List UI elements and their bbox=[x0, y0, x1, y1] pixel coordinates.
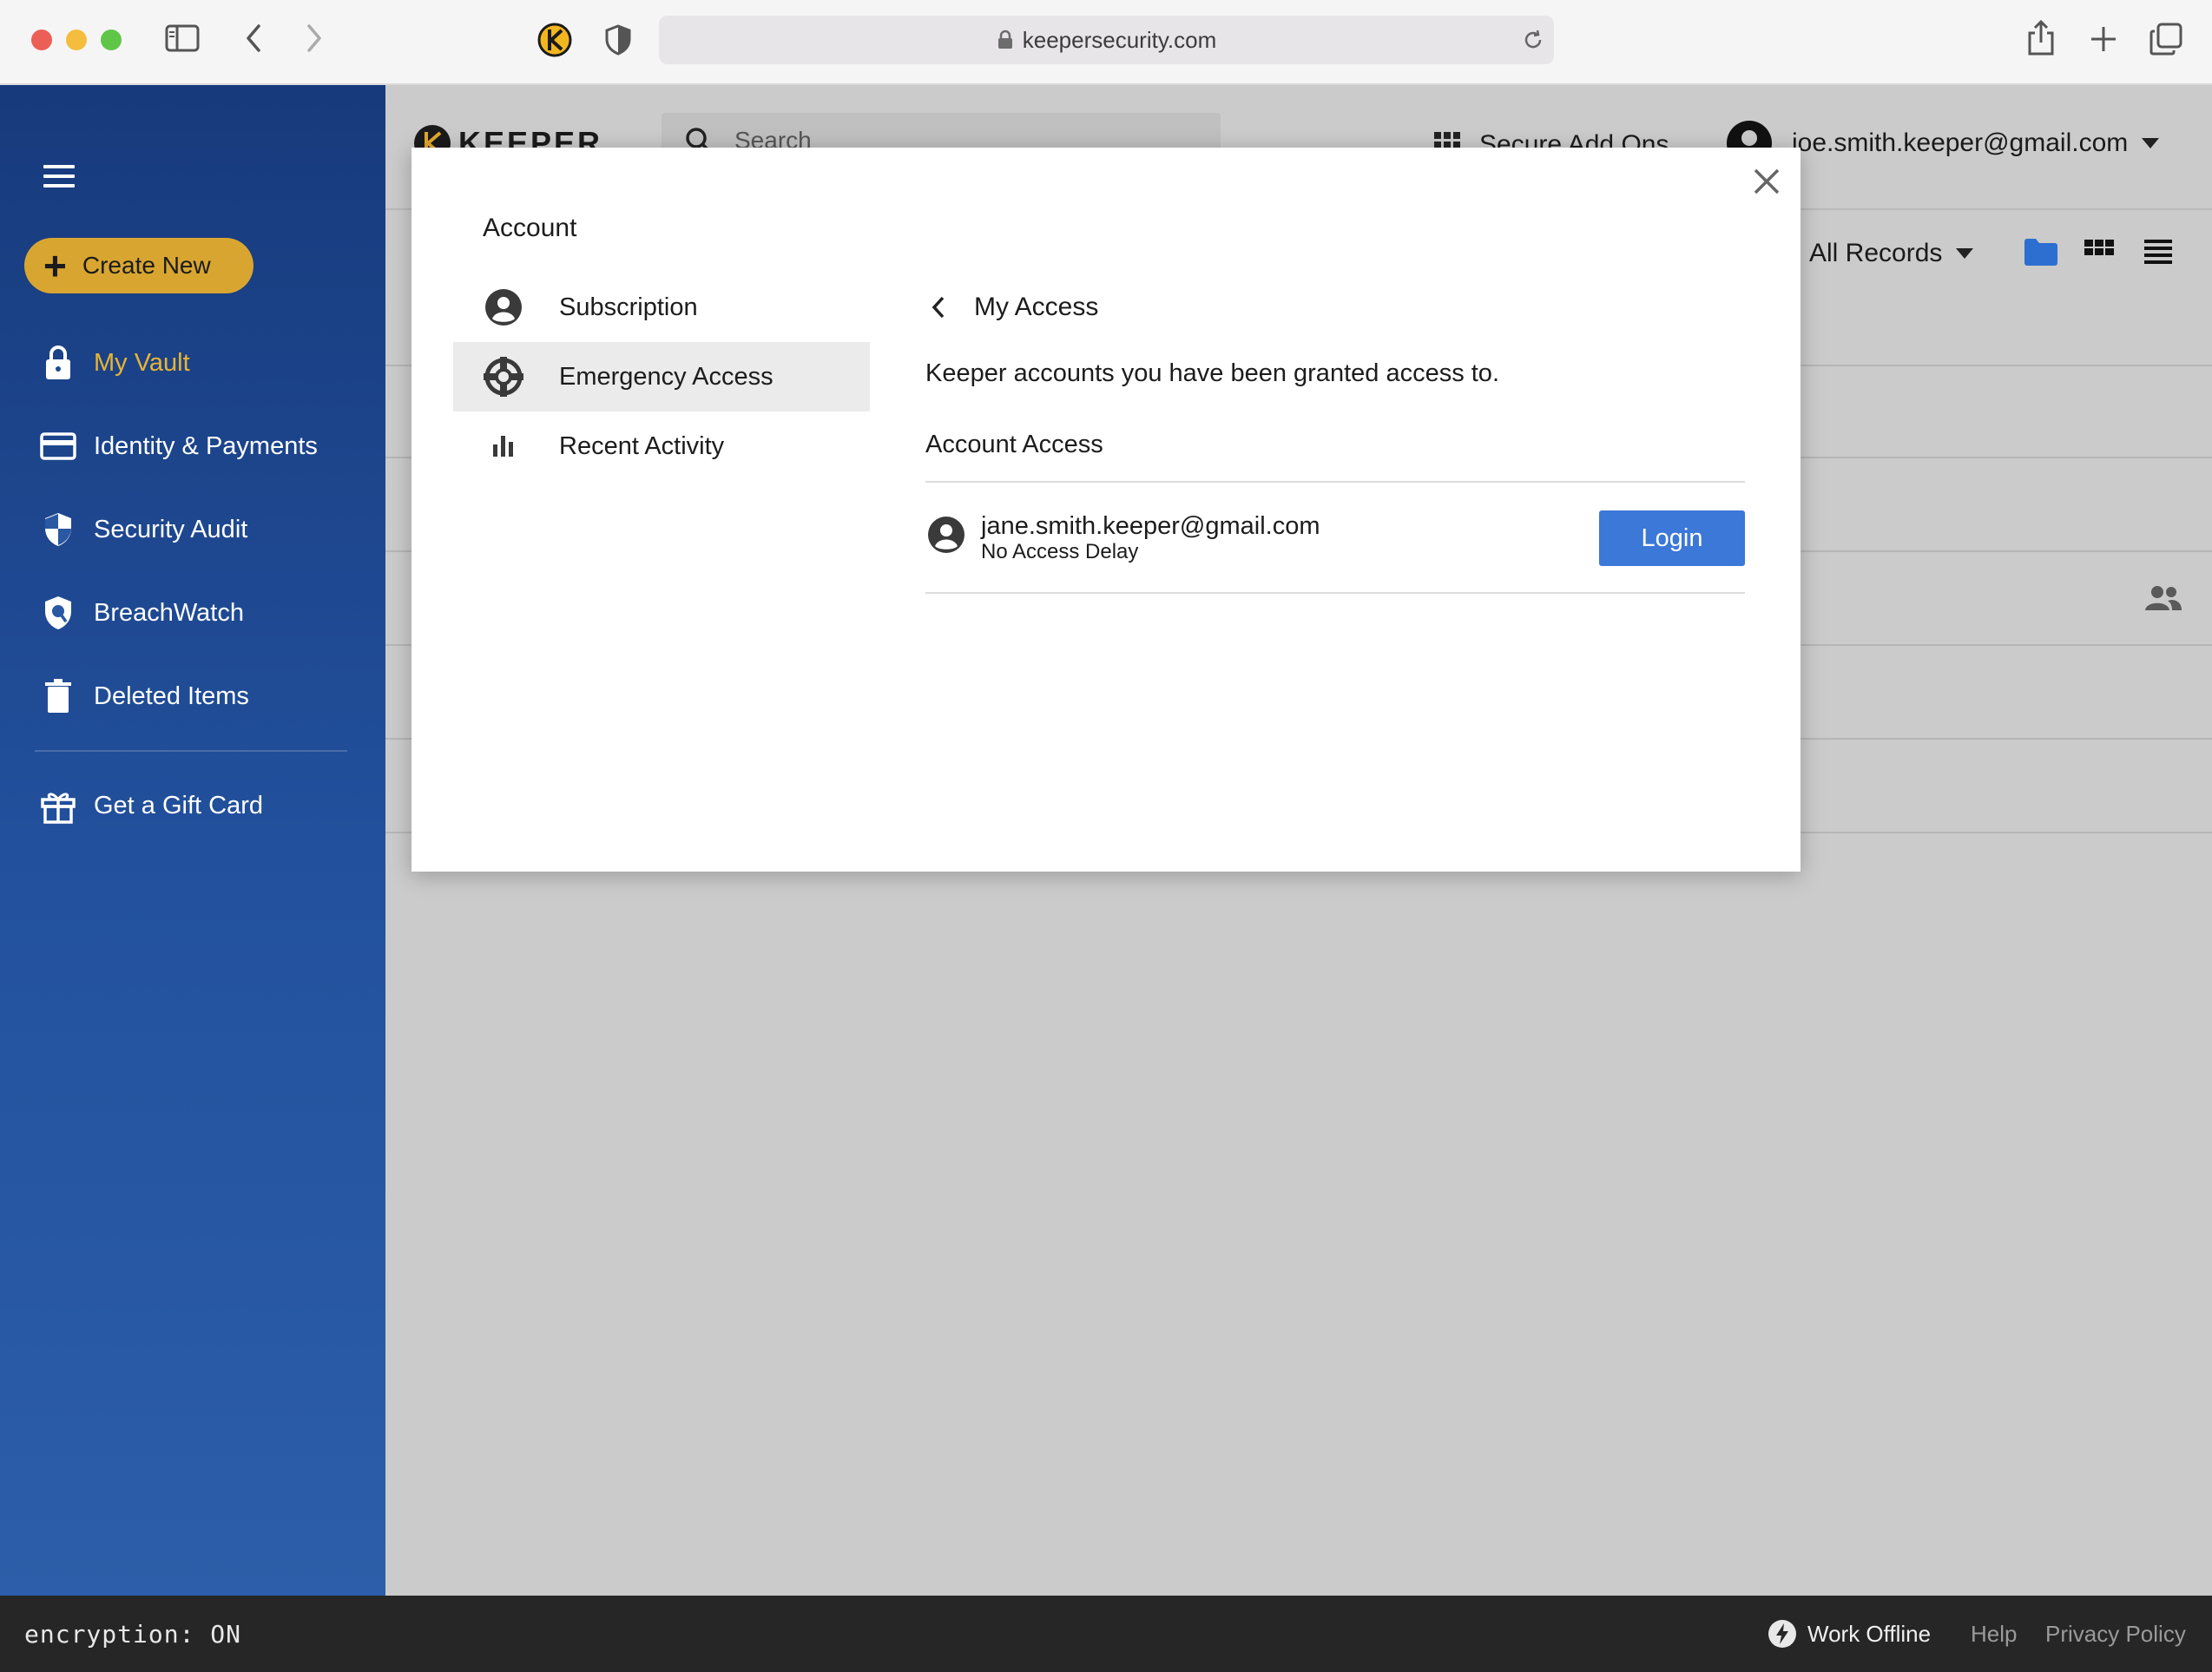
sidebar-item-label: Deleted Items bbox=[94, 681, 249, 710]
caret-down-icon bbox=[2142, 138, 2160, 148]
sidebar-item-security-audit[interactable]: Security Audit bbox=[38, 504, 368, 556]
granted-account-email: jane.smith.keeper@gmail.com bbox=[981, 512, 1320, 540]
address-bar[interactable]: keepersecurity.com bbox=[659, 16, 1554, 64]
work-offline-label: Work Offline bbox=[1807, 1620, 1932, 1647]
sidebar-item-breachwatch[interactable]: BreachWatch bbox=[38, 587, 368, 639]
sidebar-item-label: Identity & Payments bbox=[94, 431, 318, 460]
menu-item-label: Subscription bbox=[559, 293, 698, 321]
menu-item-label: Recent Activity bbox=[559, 431, 725, 460]
menu-item-subscription[interactable]: Subscription bbox=[453, 273, 870, 342]
login-button[interactable]: Login bbox=[1599, 510, 1745, 566]
filter-dropdown[interactable]: All Records bbox=[1809, 234, 1974, 273]
sidebar-item-identity-payments[interactable]: Identity & Payments bbox=[38, 420, 368, 472]
help-link[interactable]: Help bbox=[1971, 1596, 2017, 1672]
trash-icon bbox=[38, 676, 78, 716]
reload-icon[interactable] bbox=[1521, 28, 1545, 52]
address-bar-content: keepersecurity.com bbox=[659, 16, 1554, 64]
grid-view-icon[interactable] bbox=[2084, 236, 2115, 267]
new-tab-icon[interactable] bbox=[2089, 24, 2118, 54]
back-icon[interactable] bbox=[241, 23, 267, 54]
sidebar-toggle-icon[interactable] bbox=[165, 24, 200, 52]
modal-title: Account bbox=[483, 214, 577, 242]
bar-chart-icon bbox=[483, 425, 524, 467]
account-row-divider bbox=[925, 592, 1745, 594]
access-delay-text: No Access Delay bbox=[981, 540, 1139, 563]
shield-icon bbox=[38, 510, 78, 550]
menu-item-emergency-access[interactable]: Emergency Access bbox=[453, 342, 870, 411]
account-modal: Account Subscription Emergency Access Re… bbox=[411, 148, 1801, 872]
panel-description: Keeper accounts you have been granted ac… bbox=[925, 359, 1499, 387]
sidebar-item-label: Security Audit bbox=[94, 515, 248, 543]
sidebar-item-label: BreachWatch bbox=[94, 598, 244, 627]
account-circle-icon bbox=[927, 516, 965, 554]
gift-icon bbox=[38, 786, 78, 826]
my-access-header[interactable]: My Access bbox=[929, 286, 1098, 328]
sidebar-divider bbox=[35, 750, 347, 752]
menu-item-recent-activity[interactable]: Recent Activity bbox=[453, 411, 870, 481]
work-offline-link[interactable]: Work Offline bbox=[1768, 1596, 1931, 1672]
create-new-label: Create New bbox=[82, 252, 211, 279]
account-circle-icon bbox=[483, 286, 524, 328]
menu-item-label: Emergency Access bbox=[559, 362, 774, 391]
sidebar-item-my-vault[interactable]: My Vault bbox=[38, 337, 368, 389]
section-title: Account Access bbox=[925, 431, 1103, 458]
section-divider bbox=[925, 481, 1745, 483]
create-new-button[interactable]: + Create New bbox=[24, 238, 253, 293]
menu-icon[interactable] bbox=[43, 165, 75, 189]
sidebar-item-label: Get a Gift Card bbox=[94, 791, 264, 820]
share-icon[interactable] bbox=[2026, 19, 2056, 56]
forward-icon[interactable] bbox=[300, 23, 326, 54]
status-footer: encryption: ON Work Offline Help Privacy… bbox=[0, 1596, 2212, 1672]
shared-people-icon bbox=[2144, 585, 2182, 611]
bolt-icon bbox=[1768, 1620, 1796, 1648]
url-text: keepersecurity.com bbox=[1022, 26, 1217, 53]
sidebar-item-deleted-items[interactable]: Deleted Items bbox=[38, 670, 368, 722]
encryption-status: encryption: ON bbox=[24, 1619, 242, 1649]
chevron-left-icon[interactable] bbox=[929, 294, 948, 320]
folder-view-icon[interactable] bbox=[2023, 236, 2059, 267]
lock-icon bbox=[997, 30, 1012, 49]
breachwatch-icon bbox=[38, 593, 78, 633]
maximize-window-button[interactable] bbox=[101, 30, 122, 50]
keeper-extension-icon[interactable] bbox=[537, 23, 572, 57]
panel-heading: My Access bbox=[974, 293, 1099, 321]
sidebar-item-label: My Vault bbox=[94, 348, 190, 377]
lock-icon bbox=[38, 343, 78, 383]
plus-icon: + bbox=[43, 243, 67, 288]
minimize-window-button[interactable] bbox=[66, 30, 87, 50]
caret-down-icon bbox=[1956, 248, 1974, 259]
privacy-shield-icon[interactable] bbox=[605, 24, 631, 56]
sidebar: + Create New My Vault Identity & Payment… bbox=[0, 85, 385, 1596]
browser-toolbar: keepersecurity.com bbox=[0, 0, 2212, 85]
close-window-button[interactable] bbox=[31, 30, 52, 50]
credit-card-icon bbox=[38, 426, 78, 466]
sidebar-item-gift-card[interactable]: Get a Gift Card bbox=[38, 780, 368, 832]
list-view-icon[interactable] bbox=[2143, 236, 2174, 267]
close-icon[interactable] bbox=[1748, 163, 1785, 200]
user-email: joe.smith.keeper@gmail.com bbox=[1792, 128, 2129, 157]
privacy-policy-link[interactable]: Privacy Policy bbox=[2045, 1596, 2186, 1672]
lifebuoy-icon bbox=[483, 356, 524, 398]
filter-label: All Records bbox=[1809, 239, 1943, 267]
tab-overview-icon[interactable] bbox=[2149, 23, 2182, 56]
